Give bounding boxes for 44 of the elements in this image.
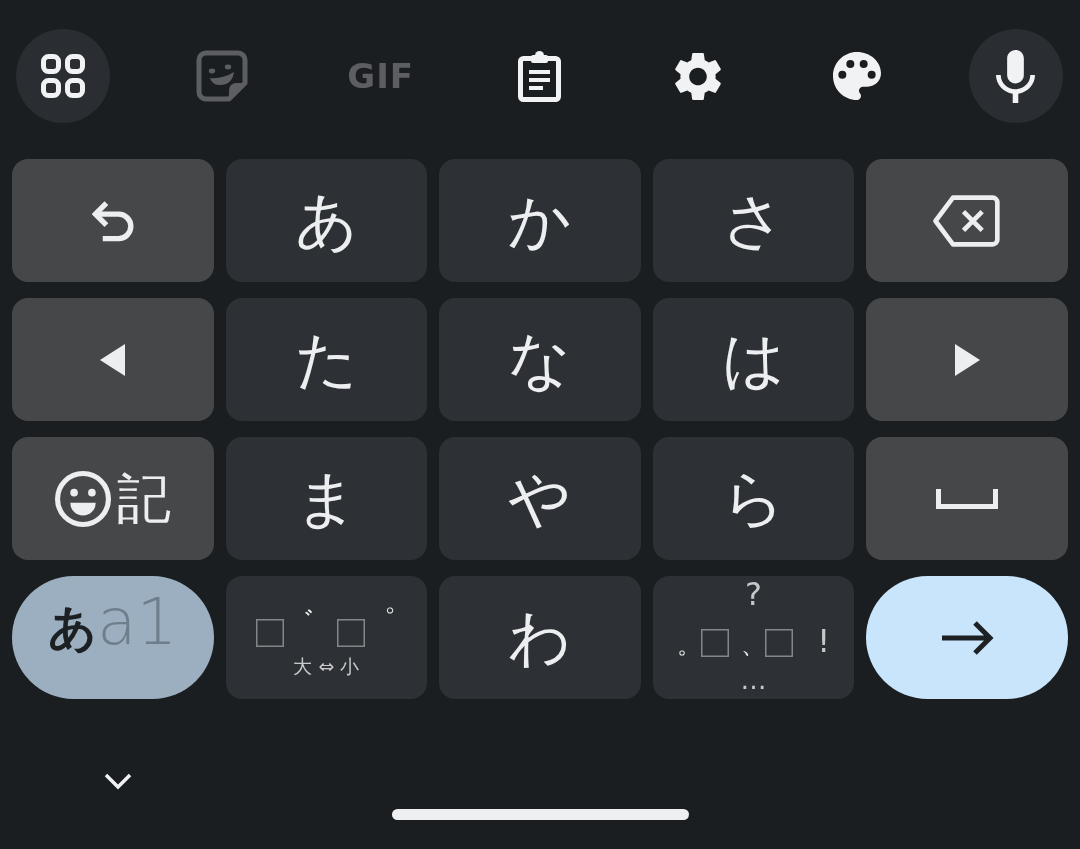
smiley-icon xyxy=(54,470,111,527)
settings-icon xyxy=(675,51,722,101)
kana-key[interactable]: わ xyxy=(439,576,641,699)
undo-key[interactable] xyxy=(12,159,214,282)
kana-key[interactable]: た xyxy=(225,298,428,421)
punctuation-mark: 、 xyxy=(741,632,766,657)
placeholder-box-icon xyxy=(256,619,285,647)
voicing-mark: ゛ xyxy=(284,607,316,637)
apps-grid-icon xyxy=(41,54,85,98)
flick-down-label: … xyxy=(740,670,767,691)
palette-icon xyxy=(833,52,882,100)
voicing-mark: ゜ xyxy=(365,607,397,637)
kana-key[interactable]: は xyxy=(652,298,855,421)
left-triangle-icon xyxy=(100,343,126,376)
punctuation-key[interactable]: ? 。 、 ! … xyxy=(652,576,855,699)
backspace-icon xyxy=(932,192,1003,249)
placeholder-box-icon xyxy=(337,619,366,647)
right-triangle-icon xyxy=(954,343,980,376)
kana-key[interactable]: な xyxy=(439,298,641,421)
right-arrow-icon xyxy=(940,619,995,656)
kana-key[interactable]: や xyxy=(439,437,641,560)
size-toggle-label: 大 ⇔ 小 xyxy=(293,657,360,676)
emoji-symbols-key[interactable]: 記 xyxy=(12,437,214,560)
undo-arrow-icon xyxy=(91,199,134,242)
kana-key[interactable]: か xyxy=(439,159,641,282)
dakuten-key[interactable]: ゛ ゜ 大 ⇔ 小 xyxy=(225,576,428,699)
flick-right-label: ! xyxy=(817,624,830,657)
theme-button[interactable] xyxy=(833,52,882,100)
kana-key[interactable]: あ xyxy=(225,159,428,282)
clipboard-button[interactable] xyxy=(518,50,561,102)
flick-up-label: ? xyxy=(745,578,763,612)
punctuation-mark: 。 xyxy=(677,632,702,657)
kana-key[interactable]: さ xyxy=(652,159,855,282)
chevron-down-icon[interactable] xyxy=(104,773,132,791)
kana-key[interactable]: ま xyxy=(225,437,428,560)
clipboard-icon xyxy=(518,50,561,102)
microphone-icon xyxy=(996,49,1036,103)
placeholder-box-icon xyxy=(765,628,794,657)
backspace-key[interactable] xyxy=(866,159,1068,282)
sticker-icon xyxy=(195,50,248,102)
kana-key[interactable]: ら xyxy=(652,437,855,560)
placeholder-box-icon xyxy=(701,628,730,657)
settings-button[interactable] xyxy=(675,51,722,101)
space-bracket-icon xyxy=(936,488,999,509)
